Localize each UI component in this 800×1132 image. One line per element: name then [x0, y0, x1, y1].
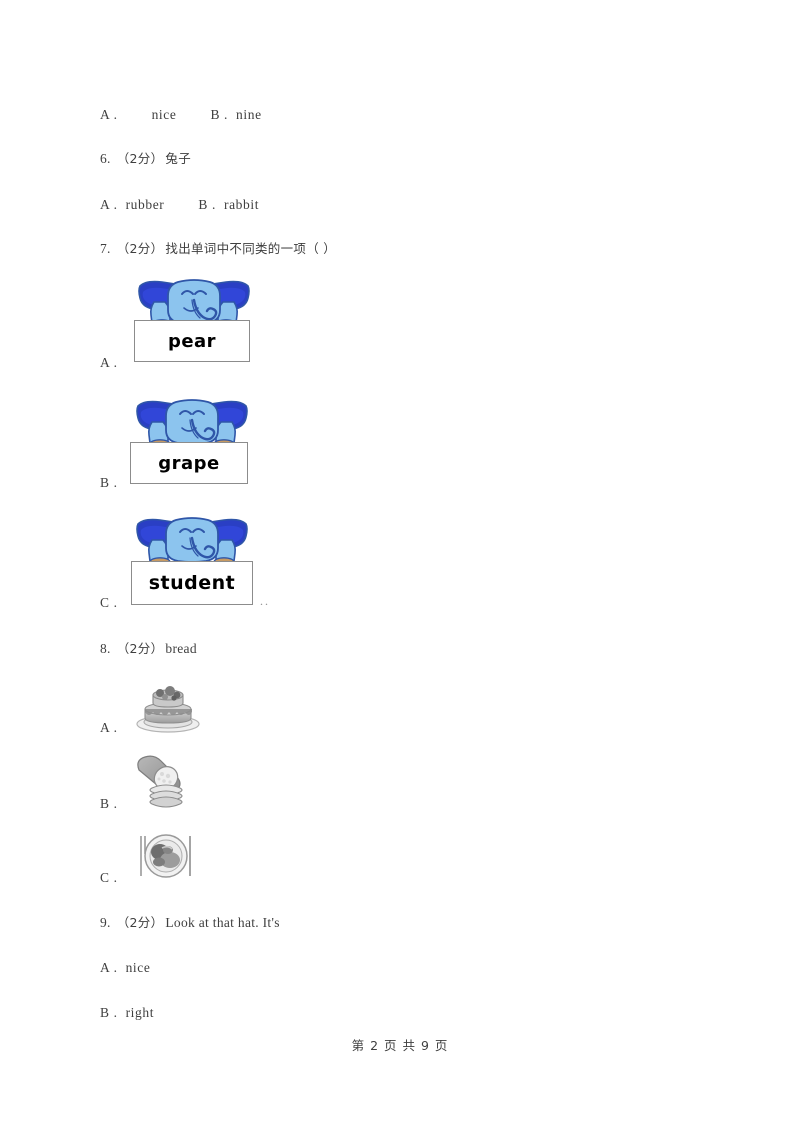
option-letter: A .: [100, 107, 118, 122]
q5-options-row: A . nice B . nine: [100, 107, 262, 123]
word-card: grape: [130, 442, 248, 484]
question-8-option-c[interactable]: C .: [100, 828, 300, 886]
question-7-option-a[interactable]: A . pear: [100, 278, 360, 373]
plate-of-food-icon: [132, 828, 200, 889]
question-number: 9.: [100, 915, 111, 930]
cake-icon: [132, 676, 204, 739]
option-letter: B .: [100, 1005, 118, 1020]
question-text: 找出单词中不同类的一项（ ）: [165, 241, 337, 256]
option-letter: A .: [100, 960, 118, 975]
option-letter: A .: [100, 197, 118, 212]
option-letter: C .: [100, 870, 118, 885]
option-letter: B .: [198, 197, 216, 212]
question-score: （2分）: [116, 241, 164, 256]
option-text: nice: [151, 107, 177, 122]
word-card: pear: [134, 320, 250, 362]
question-7-prompt: 7. （2分） 找出单词中不同类的一项（ ）: [100, 238, 336, 257]
trailing-dots: ..: [260, 594, 270, 608]
option-letter: B .: [210, 107, 229, 122]
question-6-options: A . rubber B . rabbit: [100, 197, 259, 213]
question-7-option-b[interactable]: B . grape: [100, 398, 360, 493]
question-8-option-b[interactable]: B .: [100, 752, 300, 812]
question-8-prompt: 8. （2分） bread: [100, 638, 197, 657]
question-score: （2分）: [116, 151, 164, 166]
word-card-text: grape: [158, 452, 220, 474]
question-text: 兔子: [165, 151, 191, 166]
option-letter: C .: [100, 595, 118, 610]
option-letter: A .: [100, 720, 118, 735]
question-6-prompt: 6. （2分） 兔子: [100, 148, 191, 167]
question-score: （2分）: [116, 915, 164, 930]
option-text: rubber: [125, 197, 165, 212]
question-text: bread: [165, 641, 197, 656]
word-card-text: student: [148, 572, 236, 594]
question-9-option-b[interactable]: B . right: [100, 1005, 154, 1021]
option-text: nine: [236, 107, 262, 122]
bread-loaf-icon: [130, 752, 200, 815]
word-card-text: pear: [167, 330, 217, 352]
option-text: right: [125, 1005, 155, 1020]
exam-page: A . nice B . nine 6. （2分） 兔子 A . rubber B . rabb…: [0, 0, 800, 1132]
option-letter: B .: [100, 475, 118, 490]
question-number: 6.: [100, 151, 111, 166]
word-card: student: [131, 561, 253, 605]
option-text: rabbit: [223, 197, 260, 212]
option-letter: A .: [100, 355, 118, 370]
question-9-prompt: 9. （2分） Look at that hat. It's: [100, 912, 280, 931]
option-letter: B .: [100, 796, 118, 811]
question-text: Look at that hat. It's: [165, 915, 280, 930]
question-number: 7.: [100, 241, 111, 256]
question-8-option-a[interactable]: A .: [100, 676, 300, 736]
question-number: 8.: [100, 641, 111, 656]
question-9-option-a[interactable]: A . nice: [100, 960, 150, 976]
question-7-option-c[interactable]: C . student ..: [100, 516, 390, 613]
option-text: nice: [125, 960, 151, 975]
question-score: （2分）: [116, 641, 164, 656]
page-footer: 第 2 页 共 9 页: [351, 1038, 449, 1053]
